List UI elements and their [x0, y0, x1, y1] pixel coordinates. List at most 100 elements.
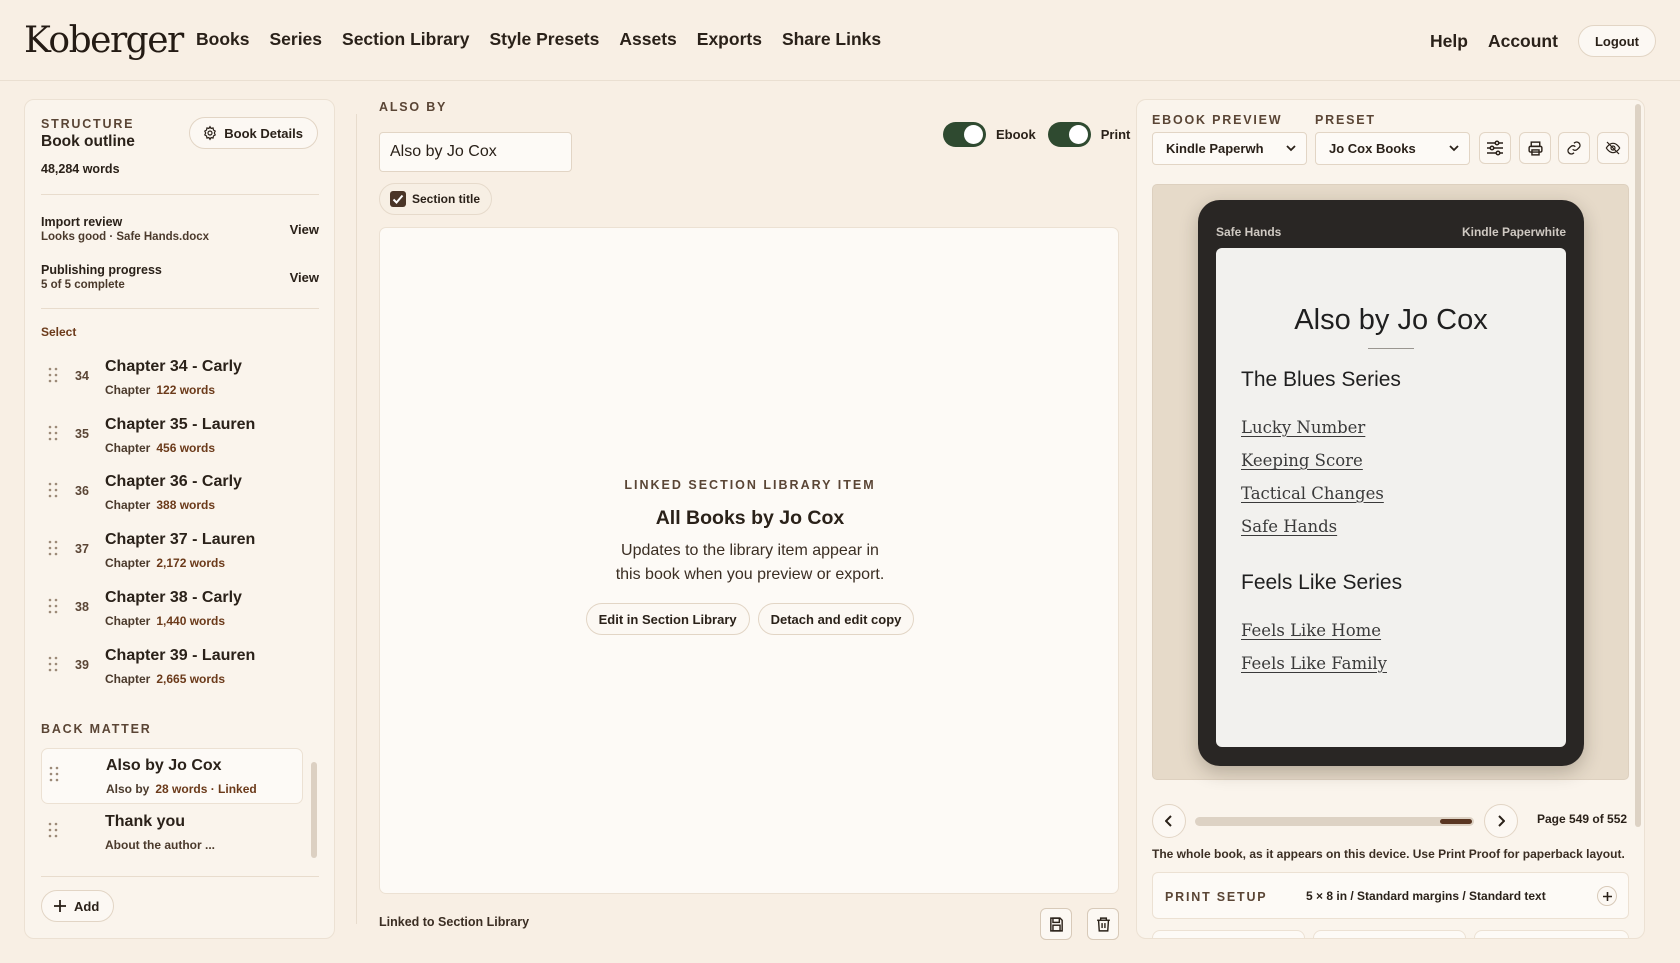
drag-handle-icon[interactable] — [48, 367, 58, 383]
nav-share-links[interactable]: Share Links — [782, 29, 881, 50]
outline-panel: STRUCTURE Book outline 48,284 words Book… — [24, 99, 335, 939]
chevron-left-icon — [1165, 815, 1172, 827]
preview-book-link[interactable]: Feels Like Home — [1241, 621, 1381, 640]
link-icon — [1567, 141, 1581, 155]
linked-item-notice: LINKED SECTION LIBRARY ITEM All Books by… — [380, 478, 1120, 635]
outline-item-chapter-38[interactable]: 38 Chapter 38 - Carly Chapter 1,440 words — [41, 581, 303, 637]
outline-item-chapter-37[interactable]: 37 Chapter 37 - Lauren Chapter 2,172 word… — [41, 523, 303, 579]
top-navigation: Koberger Books Series Section Library St… — [0, 0, 1680, 81]
next-page-button[interactable] — [1484, 804, 1518, 838]
edit-in-library-button[interactable]: Edit in Section Library — [585, 603, 750, 635]
divider — [41, 308, 319, 309]
column-divider — [356, 114, 357, 924]
print-proof-button[interactable] — [1519, 132, 1551, 164]
ereader-screen[interactable]: Also by Jo Cox The Blues Series Lucky Nu… — [1216, 248, 1566, 747]
nav-assets[interactable]: Assets — [619, 29, 676, 50]
nav-exports[interactable]: Exports — [697, 29, 762, 50]
nav-section-library[interactable]: Section Library — [342, 29, 469, 50]
print-toggle[interactable] — [1047, 122, 1091, 147]
chapter-meta: Chapter 2,172 words — [105, 556, 225, 570]
section-title-toggle[interactable]: Section title — [379, 183, 493, 215]
section-name: Also by Jo Cox — [106, 757, 222, 774]
device-book-title: Safe Hands — [1216, 225, 1282, 239]
section-title-checkbox[interactable] — [390, 191, 406, 207]
nav-style-presets[interactable]: Style Presets — [489, 29, 599, 50]
export-option-card[interactable] — [1152, 930, 1305, 938]
preview-book-link[interactable]: Safe Hands — [1241, 517, 1337, 536]
preview-settings-button[interactable] — [1479, 132, 1511, 164]
drag-handle-icon[interactable] — [48, 598, 58, 614]
plus-icon — [54, 900, 66, 912]
preview-section-title: Also by Jo Cox — [1294, 304, 1488, 336]
chapter-number: 37 — [75, 542, 89, 556]
section-name: Thank you — [105, 813, 186, 830]
export-option-card[interactable] — [1313, 930, 1466, 938]
preview-book-link[interactable]: Keeping Score — [1241, 451, 1363, 470]
preview-scrollbar[interactable] — [1635, 104, 1641, 827]
chapter-meta: Chapter 388 words — [105, 498, 215, 512]
chapter-words: 2,172 words — [156, 556, 226, 570]
logo[interactable]: Koberger — [24, 20, 184, 61]
section-editor[interactable]: LINKED SECTION LIBRARY ITEM All Books by… — [379, 227, 1119, 894]
chapter-type: Chapter — [105, 672, 151, 686]
outline-scrollbar[interactable] — [311, 762, 317, 858]
add-section-button[interactable]: Add — [41, 890, 115, 922]
detach-copy-button[interactable]: Detach and edit copy — [757, 603, 915, 635]
outline-item-thank-you[interactable]: Thank you About the author ... — [41, 805, 303, 861]
preset-select[interactable]: Jo Cox Books — [1315, 132, 1470, 165]
section-type-label: ALSO BY — [379, 100, 448, 114]
expand-print-setup-button[interactable] — [1597, 886, 1617, 906]
ereader-device: Safe Hands Kindle Paperwhite Also by Jo … — [1198, 200, 1584, 766]
book-details-button[interactable]: Book Details — [189, 117, 318, 149]
nav-help[interactable]: Help — [1430, 31, 1468, 52]
section-title-input[interactable] — [379, 132, 572, 172]
chapter-number: 36 — [75, 484, 89, 498]
drag-handle-icon[interactable] — [48, 482, 58, 498]
select-link[interactable]: Select — [41, 325, 76, 339]
section-meta: Also by 28 words · Linked — [106, 782, 257, 796]
section-words: 28 words · Linked — [155, 782, 257, 796]
nav-account[interactable]: Account — [1488, 31, 1558, 52]
share-link-button[interactable] — [1558, 132, 1590, 164]
chapter-type: Chapter — [105, 498, 151, 512]
save-button[interactable] — [1040, 908, 1072, 940]
drag-handle-icon[interactable] — [48, 425, 58, 441]
chapter-name: Chapter 37 - Lauren — [105, 531, 256, 548]
nav-books[interactable]: Books — [196, 29, 249, 50]
import-review-row: Import review Looks good · Safe Hands.do… — [41, 215, 319, 243]
print-setup-row[interactable]: PRINT SETUP 5 × 8 in / Standard margins … — [1152, 872, 1629, 919]
outline-item-also-by[interactable]: Also by Jo Cox Also by 28 words · Linked — [41, 748, 303, 804]
drag-handle-icon[interactable] — [48, 540, 58, 556]
publishing-progress-view-link[interactable]: View — [290, 270, 319, 285]
preview-book-link[interactable]: Lucky Number — [1241, 418, 1365, 437]
outline-item-chapter-39[interactable]: 39 Chapter 39 - Lauren Chapter 2,665 word… — [41, 639, 303, 695]
chapter-type: Chapter — [105, 556, 151, 570]
nav-series[interactable]: Series — [269, 29, 322, 50]
page-slider-thumb[interactable] — [1440, 819, 1472, 824]
chapter-type: Chapter — [105, 614, 151, 628]
outline-item-chapter-36[interactable]: 36 Chapter 36 - Carly Chapter 388 words — [41, 465, 303, 521]
chapter-words: 388 words — [156, 498, 216, 512]
section-title-label: Section title — [412, 192, 481, 206]
logout-button[interactable]: Logout — [1577, 25, 1656, 57]
page-slider[interactable] — [1195, 817, 1474, 826]
export-option-card[interactable] — [1474, 930, 1629, 938]
import-review-view-link[interactable]: View — [290, 222, 319, 237]
print-setup-summary: 5 × 8 in / Standard margins / Standard t… — [1306, 889, 1546, 903]
outline-item-chapter-35[interactable]: 35 Chapter 35 - Lauren Chapter 456 words — [41, 408, 303, 464]
drag-handle-icon[interactable] — [49, 766, 59, 782]
drag-handle-icon[interactable] — [48, 656, 58, 672]
preview-book-link[interactable]: Feels Like Family — [1241, 654, 1387, 673]
device-select[interactable]: Kindle Paperwh — [1152, 132, 1307, 165]
previous-page-button[interactable] — [1152, 804, 1186, 838]
outline-item-chapter-34[interactable]: 34 Chapter 34 - Carly Chapter 122 words — [41, 350, 303, 406]
chapter-name: Chapter 34 - Carly — [105, 358, 242, 375]
preview-book-link[interactable]: Tactical Changes — [1241, 484, 1384, 503]
preset-label: PRESET — [1315, 113, 1376, 127]
ebook-toggle[interactable] — [943, 122, 986, 147]
linked-item-eyebrow: LINKED SECTION LIBRARY ITEM — [624, 478, 876, 492]
drag-handle-icon[interactable] — [48, 822, 58, 838]
hide-preview-button[interactable] — [1597, 132, 1629, 164]
chapter-name: Chapter 39 - Lauren — [105, 647, 256, 664]
delete-button[interactable] — [1087, 908, 1119, 940]
